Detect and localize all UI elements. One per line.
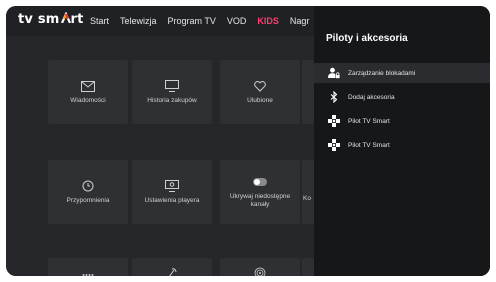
heart-icon — [254, 79, 266, 93]
envelope-icon — [81, 79, 95, 93]
tile-reminders[interactable]: Przypomnienia — [48, 160, 128, 224]
tv-screen: tv sm rt Start Telewizja Program TV VOD … — [6, 6, 490, 276]
tile-label: Wiadomości — [70, 97, 106, 104]
panel-item-add-accessories[interactable]: Dodaj akcesoria — [314, 87, 490, 107]
tv-smart-logo[interactable]: tv sm rt — [18, 11, 84, 27]
panel-item-lock-management[interactable]: Zarządzanie blokadami — [314, 63, 490, 83]
remote-icon — [166, 266, 178, 276]
panel-item-remote-2[interactable]: Pilot TV Smart — [314, 135, 490, 155]
tile-partial-row3[interactable] — [302, 258, 314, 276]
monitor-settings-icon — [165, 179, 179, 193]
nav-vod[interactable]: VOD — [227, 16, 247, 26]
user-lock-icon — [328, 67, 340, 79]
tile-messages[interactable]: Wiadomości — [48, 60, 128, 124]
tile-label: Przypomnienia — [66, 197, 110, 204]
panel-item-label: Zarządzanie blokadami — [348, 69, 416, 77]
pin-dots-icon — [82, 268, 94, 276]
tile-hide-channels[interactable]: Ukrywaj niedostępne kanały — [220, 160, 300, 224]
tile-partial-row1[interactable] — [302, 60, 314, 124]
remote-dpad-icon — [328, 115, 340, 127]
tile-player-settings[interactable]: Ustawienia playera — [132, 160, 212, 224]
nav-kids[interactable]: KIDS — [257, 16, 279, 26]
tile-label: Ustawienia playera — [144, 197, 200, 204]
nav-telewizja[interactable]: Telewizja — [120, 16, 157, 26]
fingerprint-icon — [254, 266, 266, 276]
nav-nagrania[interactable]: Nagr — [290, 16, 310, 26]
tile-label: Ukrywaj niedostępne kanały — [229, 193, 291, 208]
tile-pin[interactable] — [48, 258, 128, 276]
monitor-icon — [165, 79, 179, 93]
logo-text-right: rt — [70, 12, 84, 27]
logo-lambda-mark — [60, 11, 71, 24]
tile-purchase-history[interactable]: Historia zakupów — [132, 60, 212, 124]
tile-favorites[interactable]: Ulubione — [220, 60, 300, 124]
panel-title: Piloty i akcesoria — [326, 33, 408, 44]
tile-partial-row2[interactable]: Ko — [302, 160, 314, 224]
tile-remote[interactable] — [132, 258, 212, 276]
nav-start[interactable]: Start — [90, 16, 109, 26]
nav-program-tv[interactable]: Program TV — [168, 16, 216, 26]
toggle-switch-icon[interactable] — [253, 175, 267, 189]
panel-item-remote-1[interactable]: Pilot TV Smart — [314, 111, 490, 131]
tile-label: Ulubione — [247, 97, 273, 104]
tile-fingerprint[interactable] — [220, 258, 300, 276]
panel-item-label: Pilot TV Smart — [348, 117, 390, 125]
panel-item-label: Pilot TV Smart — [348, 141, 390, 149]
main-nav: Start Telewizja Program TV VOD KIDS Nagr — [90, 16, 320, 26]
logo-text-left: tv sm — [18, 12, 60, 27]
accessories-side-panel: Piloty i akcesoria Zarządzanie blokadami… — [314, 6, 490, 276]
panel-item-label: Dodaj akcesoria — [348, 93, 395, 101]
remote-dpad-icon — [328, 139, 340, 151]
tile-label: Historia zakupów — [147, 97, 197, 104]
bluetooth-icon — [328, 91, 340, 103]
tile-label: Ko — [303, 195, 311, 202]
clock-icon — [82, 179, 94, 193]
